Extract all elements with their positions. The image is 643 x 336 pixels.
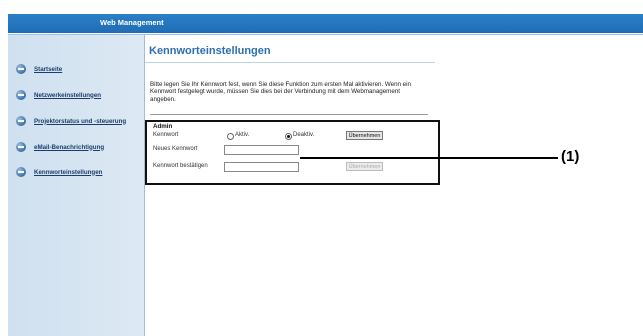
sidebar-item-projektorstatus[interactable]: Projektorstatus und -steuerung	[8, 114, 144, 128]
new-password-field[interactable]	[224, 145, 299, 155]
sidebar: Startseite Netzwerkeinstellungen Projekt…	[8, 35, 145, 336]
intro-divider	[150, 114, 428, 115]
new-password-label: Neues Kennwort	[153, 146, 198, 152]
sidebar-item-label[interactable]: eMail-Benachrichtigung	[34, 144, 104, 151]
circle-arrow-icon	[16, 142, 26, 152]
radio-inactive[interactable]	[285, 133, 292, 140]
circle-arrow-icon	[16, 167, 26, 177]
sidebar-item-netzwerkeinstellungen[interactable]: Netzwerkeinstellungen	[8, 88, 144, 102]
callout-line	[300, 157, 558, 159]
sidebar-item-kennworteinstellungen[interactable]: Kennworteinstellungen	[8, 165, 144, 179]
circle-arrow-icon	[16, 116, 26, 126]
sidebar-item-label[interactable]: Projektorstatus und -steuerung	[34, 118, 126, 125]
admin-panel: Admin Kennwort Aktiv. Deaktiv. Übernehme…	[145, 120, 440, 185]
circle-arrow-icon	[16, 64, 26, 74]
sidebar-item-startseite[interactable]: Startseite	[8, 62, 144, 76]
main-content: Kennworteinstellungen Bitte legen Sie Ih…	[145, 35, 643, 336]
radio-inactive-label[interactable]: Deaktiv.	[293, 132, 314, 138]
header-bar: Web Management	[8, 14, 643, 36]
confirm-password-field[interactable]	[224, 162, 299, 172]
sidebar-item-label[interactable]: Netzwerkeinstellungen	[34, 92, 101, 99]
apply-button[interactable]: Übernehmen	[346, 131, 383, 140]
callout-label: (1)	[561, 148, 580, 165]
circle-arrow-icon	[16, 90, 26, 100]
password-label: Kennwort	[153, 132, 179, 138]
confirm-apply-button[interactable]: Übernehmen	[346, 162, 383, 171]
intro-text: Bitte legen Sie Ihr Kennwort fest, wenn …	[150, 81, 411, 103]
section-title-admin: Admin	[153, 123, 173, 130]
sidebar-item-email-benachrichtigung[interactable]: eMail-Benachrichtigung	[8, 140, 144, 154]
confirm-password-label: Kennwort bestätigen	[153, 163, 208, 169]
sidebar-item-label[interactable]: Startseite	[34, 66, 62, 73]
radio-active[interactable]	[227, 133, 234, 140]
sidebar-item-label[interactable]: Kennworteinstellungen	[34, 169, 102, 176]
app-title: Web Management	[100, 18, 164, 27]
radio-active-label[interactable]: Aktiv.	[235, 132, 249, 138]
page-title: Kennworteinstellungen	[149, 45, 271, 57]
title-divider	[145, 62, 435, 63]
